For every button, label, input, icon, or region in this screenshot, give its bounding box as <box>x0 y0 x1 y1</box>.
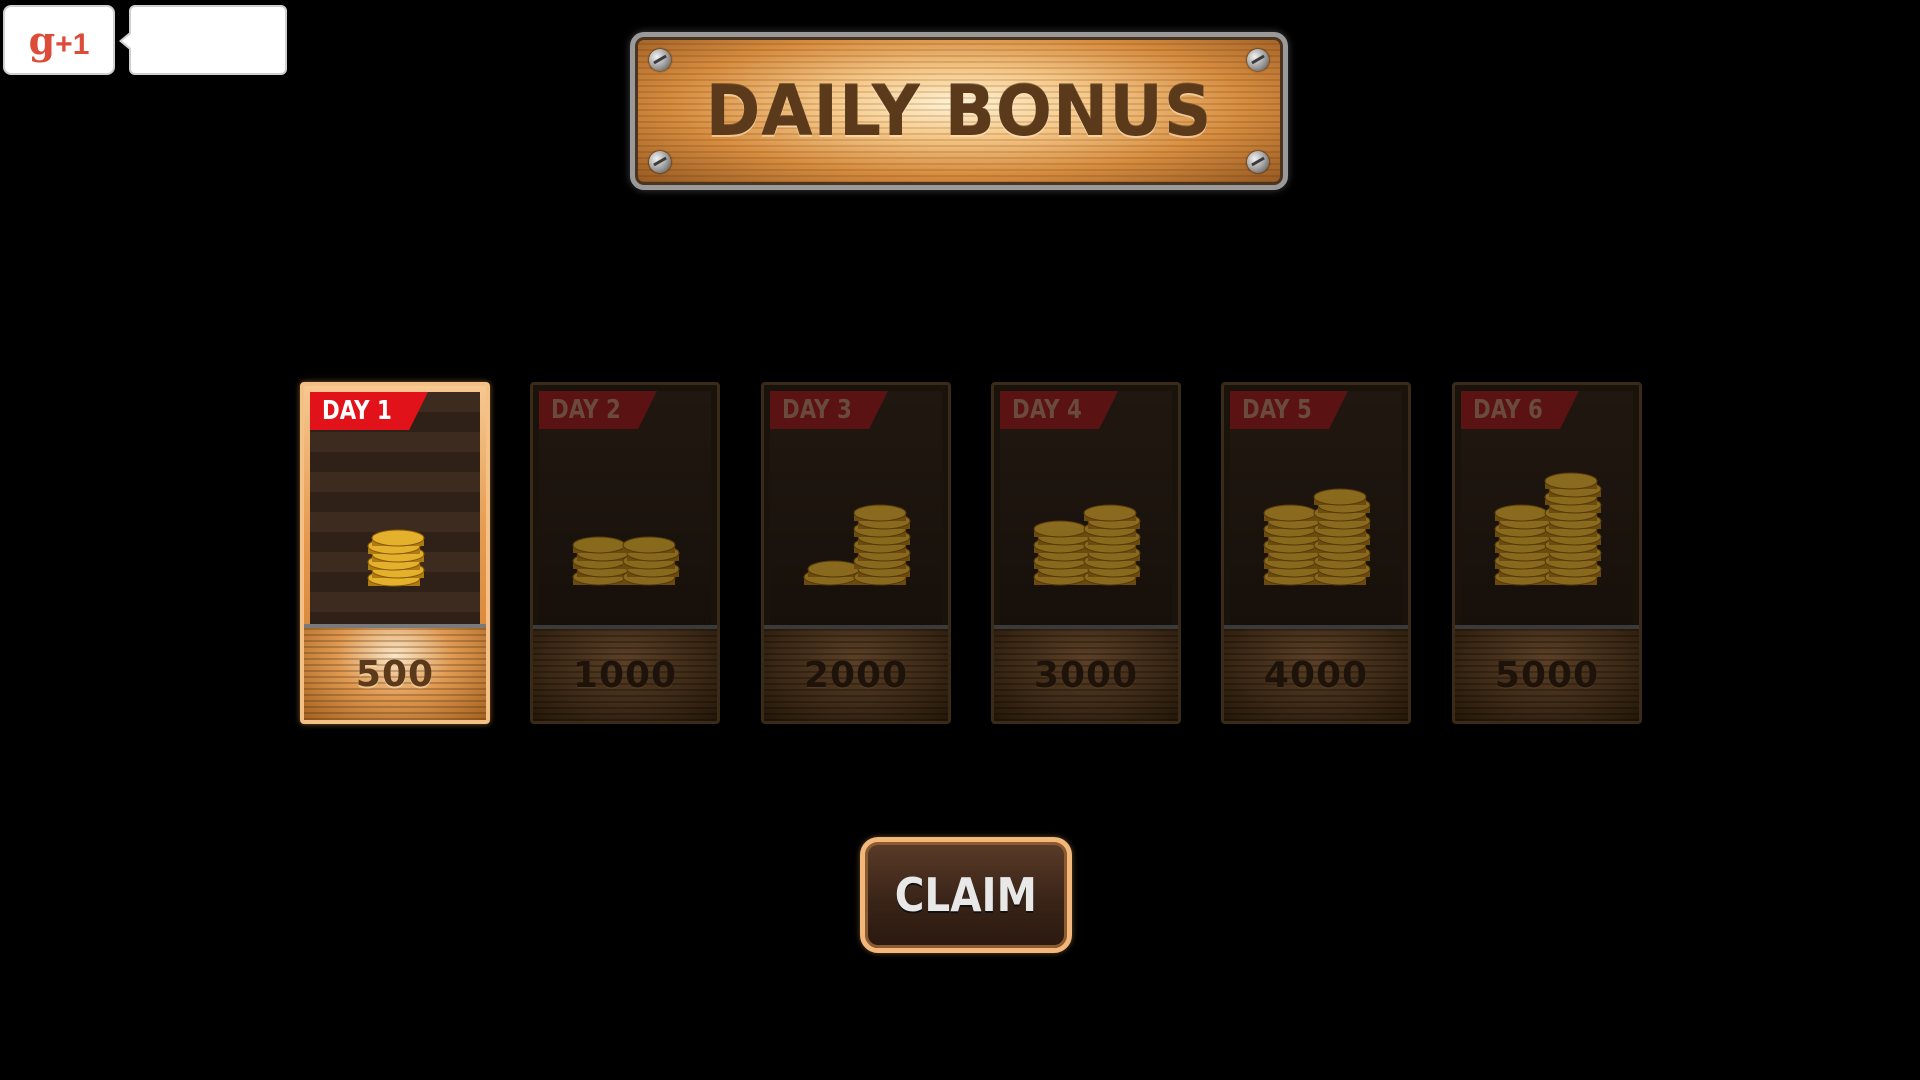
day-card-5[interactable]: DAY 5 4000 <box>1221 382 1411 724</box>
reward-amount: 500 <box>355 653 435 695</box>
daily-bonus-screen: g+1 DAILY BONUS DAY 1 500 DAY 2 1000 DAY… <box>0 0 1920 1080</box>
coin <box>1083 504 1137 522</box>
day-banner: DAY 1 <box>310 392 428 430</box>
google-plus-icon: g+1 <box>28 17 90 63</box>
screw-icon <box>649 151 671 173</box>
coin-stack-icon <box>1263 488 1371 586</box>
coin <box>371 529 425 547</box>
screw-icon <box>1247 151 1269 173</box>
day-card-4[interactable]: DAY 4 3000 <box>991 382 1181 724</box>
day-label: DAY 3 <box>782 395 852 425</box>
coin <box>1033 520 1087 538</box>
coin-stack-icon <box>367 529 425 587</box>
day-banner: DAY 6 <box>1461 391 1579 429</box>
reward-amount: 5000 <box>1494 654 1600 696</box>
day-card-2[interactable]: DAY 2 1000 <box>530 382 720 724</box>
day-label: DAY 6 <box>1473 395 1543 425</box>
google-plus-count-bubble <box>119 5 287 75</box>
day-banner: DAY 3 <box>770 391 888 429</box>
coin-stack-icon <box>1494 472 1602 586</box>
reward-plate: 1000 <box>533 625 717 721</box>
coin <box>1544 472 1598 490</box>
claim-button[interactable]: CLAIM <box>860 837 1072 953</box>
day-label: DAY 4 <box>1012 395 1082 425</box>
reward-plate: 5000 <box>1455 625 1639 721</box>
day-card-3[interactable]: DAY 3 2000 <box>761 382 951 724</box>
coin-stack-icon <box>803 504 911 586</box>
google-plus-one-button[interactable]: g+1 <box>3 5 115 75</box>
claim-button-label: CLAIM <box>894 868 1038 922</box>
coin <box>1313 488 1367 506</box>
day-label: DAY 5 <box>1242 395 1312 425</box>
reward-amount: 2000 <box>803 654 909 696</box>
title-plank: DAILY BONUS <box>630 32 1288 190</box>
day-banner: DAY 4 <box>1000 391 1118 429</box>
screw-icon <box>1247 49 1269 71</box>
coin-stack-icon <box>572 536 680 586</box>
day-banner: DAY 5 <box>1230 391 1348 429</box>
coin <box>1494 504 1548 522</box>
coin <box>572 536 626 554</box>
reward-amount: 1000 <box>572 654 678 696</box>
day-label: DAY 2 <box>551 395 621 425</box>
reward-amount: 3000 <box>1033 654 1139 696</box>
page-title: DAILY BONUS <box>705 70 1213 152</box>
screw-icon <box>649 49 671 71</box>
reward-plate: 500 <box>304 624 486 720</box>
reward-plate: 4000 <box>1224 625 1408 721</box>
day-card-6[interactable]: DAY 6 5000 <box>1452 382 1642 724</box>
reward-plate: 2000 <box>764 625 948 721</box>
coin-stack-icon <box>1033 504 1141 586</box>
coin <box>807 560 861 578</box>
day-label: DAY 1 <box>322 396 392 426</box>
coin <box>622 536 676 554</box>
day-banner: DAY 2 <box>539 391 657 429</box>
day-cards-row: DAY 1 500 DAY 2 1000 DAY 3 2000 DAY 4 30… <box>300 382 1642 724</box>
coin <box>1263 504 1317 522</box>
reward-amount: 4000 <box>1263 654 1369 696</box>
coin <box>853 504 907 522</box>
day-card-1[interactable]: DAY 1 500 <box>300 382 490 724</box>
reward-plate: 3000 <box>994 625 1178 721</box>
